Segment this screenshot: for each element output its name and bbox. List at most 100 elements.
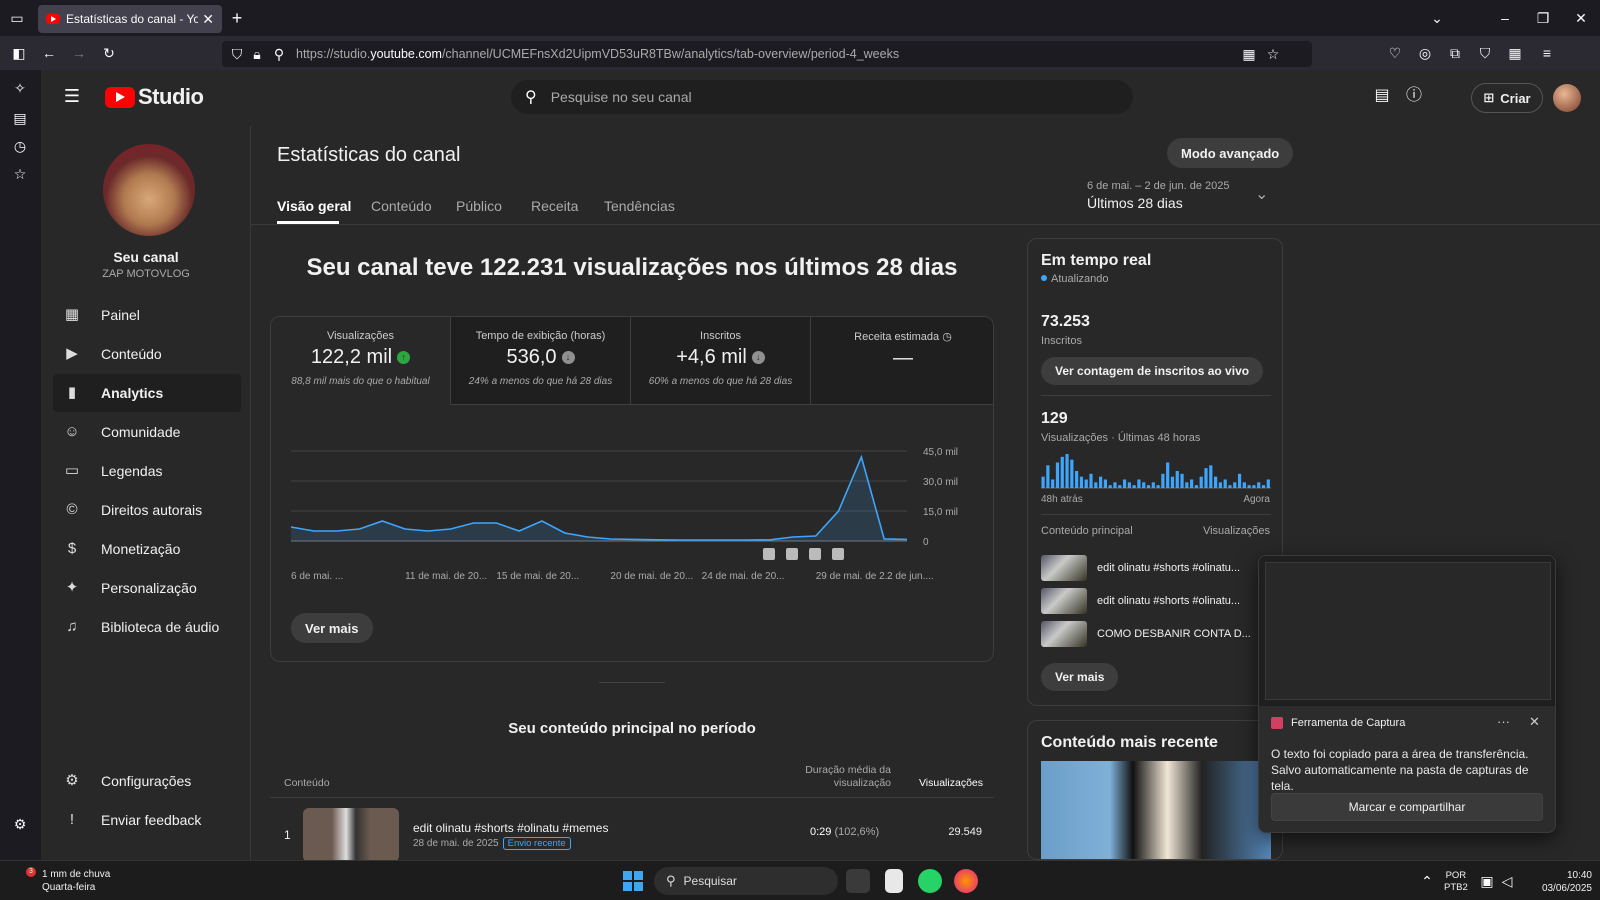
account-avatar[interactable] (1553, 84, 1581, 112)
taskbar-search[interactable]: ⚲ Pesquisar (654, 867, 838, 895)
nav-item-feedback[interactable]: ! Enviar feedback (53, 801, 241, 839)
lock-icon[interactable]: 🔒︎ (248, 46, 266, 62)
account-icon[interactable]: ◎ (1416, 45, 1434, 61)
latest-video-thumbnail[interactable] (1041, 761, 1271, 859)
realtime-bar[interactable] (1084, 479, 1088, 489)
browser-tab[interactable]: Estatísticas do canal - YouTube ✕ (38, 5, 222, 33)
ai-chat-icon[interactable]: ✧ (11, 80, 29, 96)
realtime-bar[interactable] (1233, 482, 1237, 488)
chevron-down-icon[interactable]: ⌄ (1255, 184, 1268, 204)
pocket-icon[interactable]: ♡ (1386, 45, 1404, 61)
bookmark-star-icon[interactable]: ☆ (1264, 46, 1282, 62)
metric-revenue[interactable]: Receita estimada ◷ — (811, 317, 993, 405)
search-input[interactable]: ⚲ Pesquise no seu canal (511, 80, 1133, 114)
realtime-bar[interactable] (1122, 479, 1127, 489)
reload-icon[interactable]: ↻ (100, 45, 118, 61)
realtime-bar[interactable] (1257, 482, 1261, 488)
realtime-bar[interactable] (1099, 476, 1103, 488)
language-indicator[interactable]: POR PTB2 (1444, 870, 1468, 894)
realtime-bar[interactable] (1108, 485, 1112, 488)
realtime-bar[interactable] (1156, 485, 1160, 488)
tracking-shield-icon[interactable]: ⛉ (228, 46, 246, 62)
metric-subscribers[interactable]: Inscritos +4,6 mil ↓ 60% a menos do que h… (631, 317, 811, 405)
close-icon[interactable]: ✕ (1529, 714, 1540, 730)
forward-icon[interactable]: → (70, 45, 88, 61)
realtime-bar[interactable] (1170, 476, 1175, 488)
column-views[interactable]: Visualizações (903, 777, 983, 789)
list-item[interactable]: edit olinatu #shorts #olinatu... (1041, 588, 1271, 614)
nav-item-comunidade[interactable]: ☺ Comunidade (53, 413, 241, 451)
see-more-button[interactable]: Ver mais (291, 613, 373, 643)
realtime-bar[interactable] (1075, 471, 1079, 488)
file-icon[interactable] (885, 869, 903, 893)
whatsapp-icon[interactable] (918, 869, 942, 893)
start-button[interactable] (623, 871, 643, 891)
network-icon[interactable]: ▣ (1478, 873, 1496, 889)
realtime-bar[interactable] (1142, 482, 1146, 488)
column-avg-duration[interactable]: Duração média da visualização (781, 764, 891, 790)
realtime-bar[interactable] (1252, 485, 1256, 488)
markup-share-button[interactable]: Marcar e compartilhar (1271, 793, 1543, 821)
video-title[interactable]: edit olinatu #shorts #olinatu #memes (413, 821, 608, 835)
channel-avatar[interactable] (103, 144, 195, 236)
realtime-bar[interactable] (1094, 482, 1098, 488)
metric-views[interactable]: Visualizações 122,2 mil ↑ 88,8 mil mais d… (271, 317, 451, 405)
realtime-bar[interactable] (1242, 482, 1246, 488)
system-clock[interactable]: 10:40 03/06/2025 (1522, 869, 1592, 895)
realtime-bar[interactable] (1089, 473, 1093, 488)
realtime-bar-chart[interactable] (1041, 449, 1271, 489)
list-item[interactable]: edit olinatu #shorts #olinatu... (1041, 555, 1271, 581)
more-options-icon[interactable]: ··· (1497, 714, 1510, 729)
video-marker-icon[interactable] (763, 548, 775, 560)
bookmarks-icon[interactable]: ☆ (11, 166, 29, 182)
realtime-bar[interactable] (1060, 456, 1064, 488)
firefox-icon[interactable] (954, 869, 978, 893)
realtime-bar[interactable] (1261, 485, 1266, 488)
tab-receita[interactable]: Receita (531, 198, 578, 214)
new-tab-icon[interactable]: + (228, 9, 246, 27)
realtime-bar[interactable] (1209, 465, 1213, 488)
tab-list-icon[interactable]: ▭ (8, 10, 26, 26)
restore-icon[interactable]: ❐ (1534, 10, 1552, 26)
comments-icon[interactable]: ▤ (1373, 88, 1391, 104)
realtime-bar[interactable] (1137, 479, 1141, 489)
help-icon[interactable]: ⓘ (1405, 88, 1423, 104)
realtime-bar[interactable] (1190, 479, 1194, 489)
realtime-bar[interactable] (1237, 473, 1242, 488)
realtime-bar[interactable] (1166, 462, 1170, 489)
realtime-bar[interactable] (1055, 462, 1060, 489)
menu-icon[interactable]: ≡ (1538, 45, 1556, 61)
nav-item-configuracoes[interactable]: ⚙ Configurações (53, 762, 241, 800)
realtime-bar[interactable] (1046, 465, 1050, 488)
realtime-bar[interactable] (1175, 471, 1179, 488)
realtime-bar[interactable] (1051, 479, 1055, 489)
short-marker-icon[interactable] (809, 548, 821, 560)
realtime-bar[interactable] (1070, 459, 1074, 488)
weather-widget[interactable]: 3 1 mm de chuva Quarta-feira (18, 867, 110, 894)
tab-visao-geral[interactable]: Visão geral (277, 198, 351, 214)
realtime-bar[interactable] (1151, 482, 1155, 488)
customize-sidebar-icon[interactable]: ⚙ (11, 816, 29, 832)
sidebar-toggle-icon[interactable]: ◧ (10, 45, 28, 61)
list-item[interactable]: COMO DESBANIR CONTA D... (1041, 621, 1271, 647)
metric-watch-time[interactable]: Tempo de exibição (horas) 536,0 ↓ 24% a m… (451, 317, 631, 405)
window-close-icon[interactable]: ✕ (1572, 10, 1590, 26)
apps-icon[interactable]: ▦ (1506, 45, 1524, 61)
qr-code-icon[interactable]: ▦ (1240, 46, 1258, 62)
realtime-bar[interactable] (1065, 454, 1069, 488)
minimize-icon[interactable]: – (1496, 10, 1514, 26)
tray-chevron-icon[interactable]: ⌃ (1418, 873, 1436, 889)
advanced-mode-button[interactable]: Modo avançado (1167, 138, 1294, 168)
nav-item-biblioteca-audio[interactable]: ♫ Biblioteca de áudio (53, 608, 241, 646)
realtime-bar[interactable] (1161, 473, 1165, 488)
task-view-icon[interactable] (846, 869, 870, 893)
history-icon[interactable]: ◷ (11, 138, 29, 154)
url-bar[interactable]: ⛉ 🔒︎ ⚲ https://studio. youtube.com/channe… (222, 41, 1312, 67)
realtime-bar[interactable] (1218, 482, 1222, 488)
synced-tabs-icon[interactable]: ▤ (11, 110, 29, 126)
realtime-bar[interactable] (1079, 476, 1084, 488)
back-icon[interactable]: ← (40, 45, 58, 61)
nav-item-legendas[interactable]: ▭ Legendas (53, 452, 241, 490)
close-tab-icon[interactable]: ✕ (202, 11, 214, 28)
nav-item-direitos-autorais[interactable]: © Direitos autorais (53, 491, 241, 529)
